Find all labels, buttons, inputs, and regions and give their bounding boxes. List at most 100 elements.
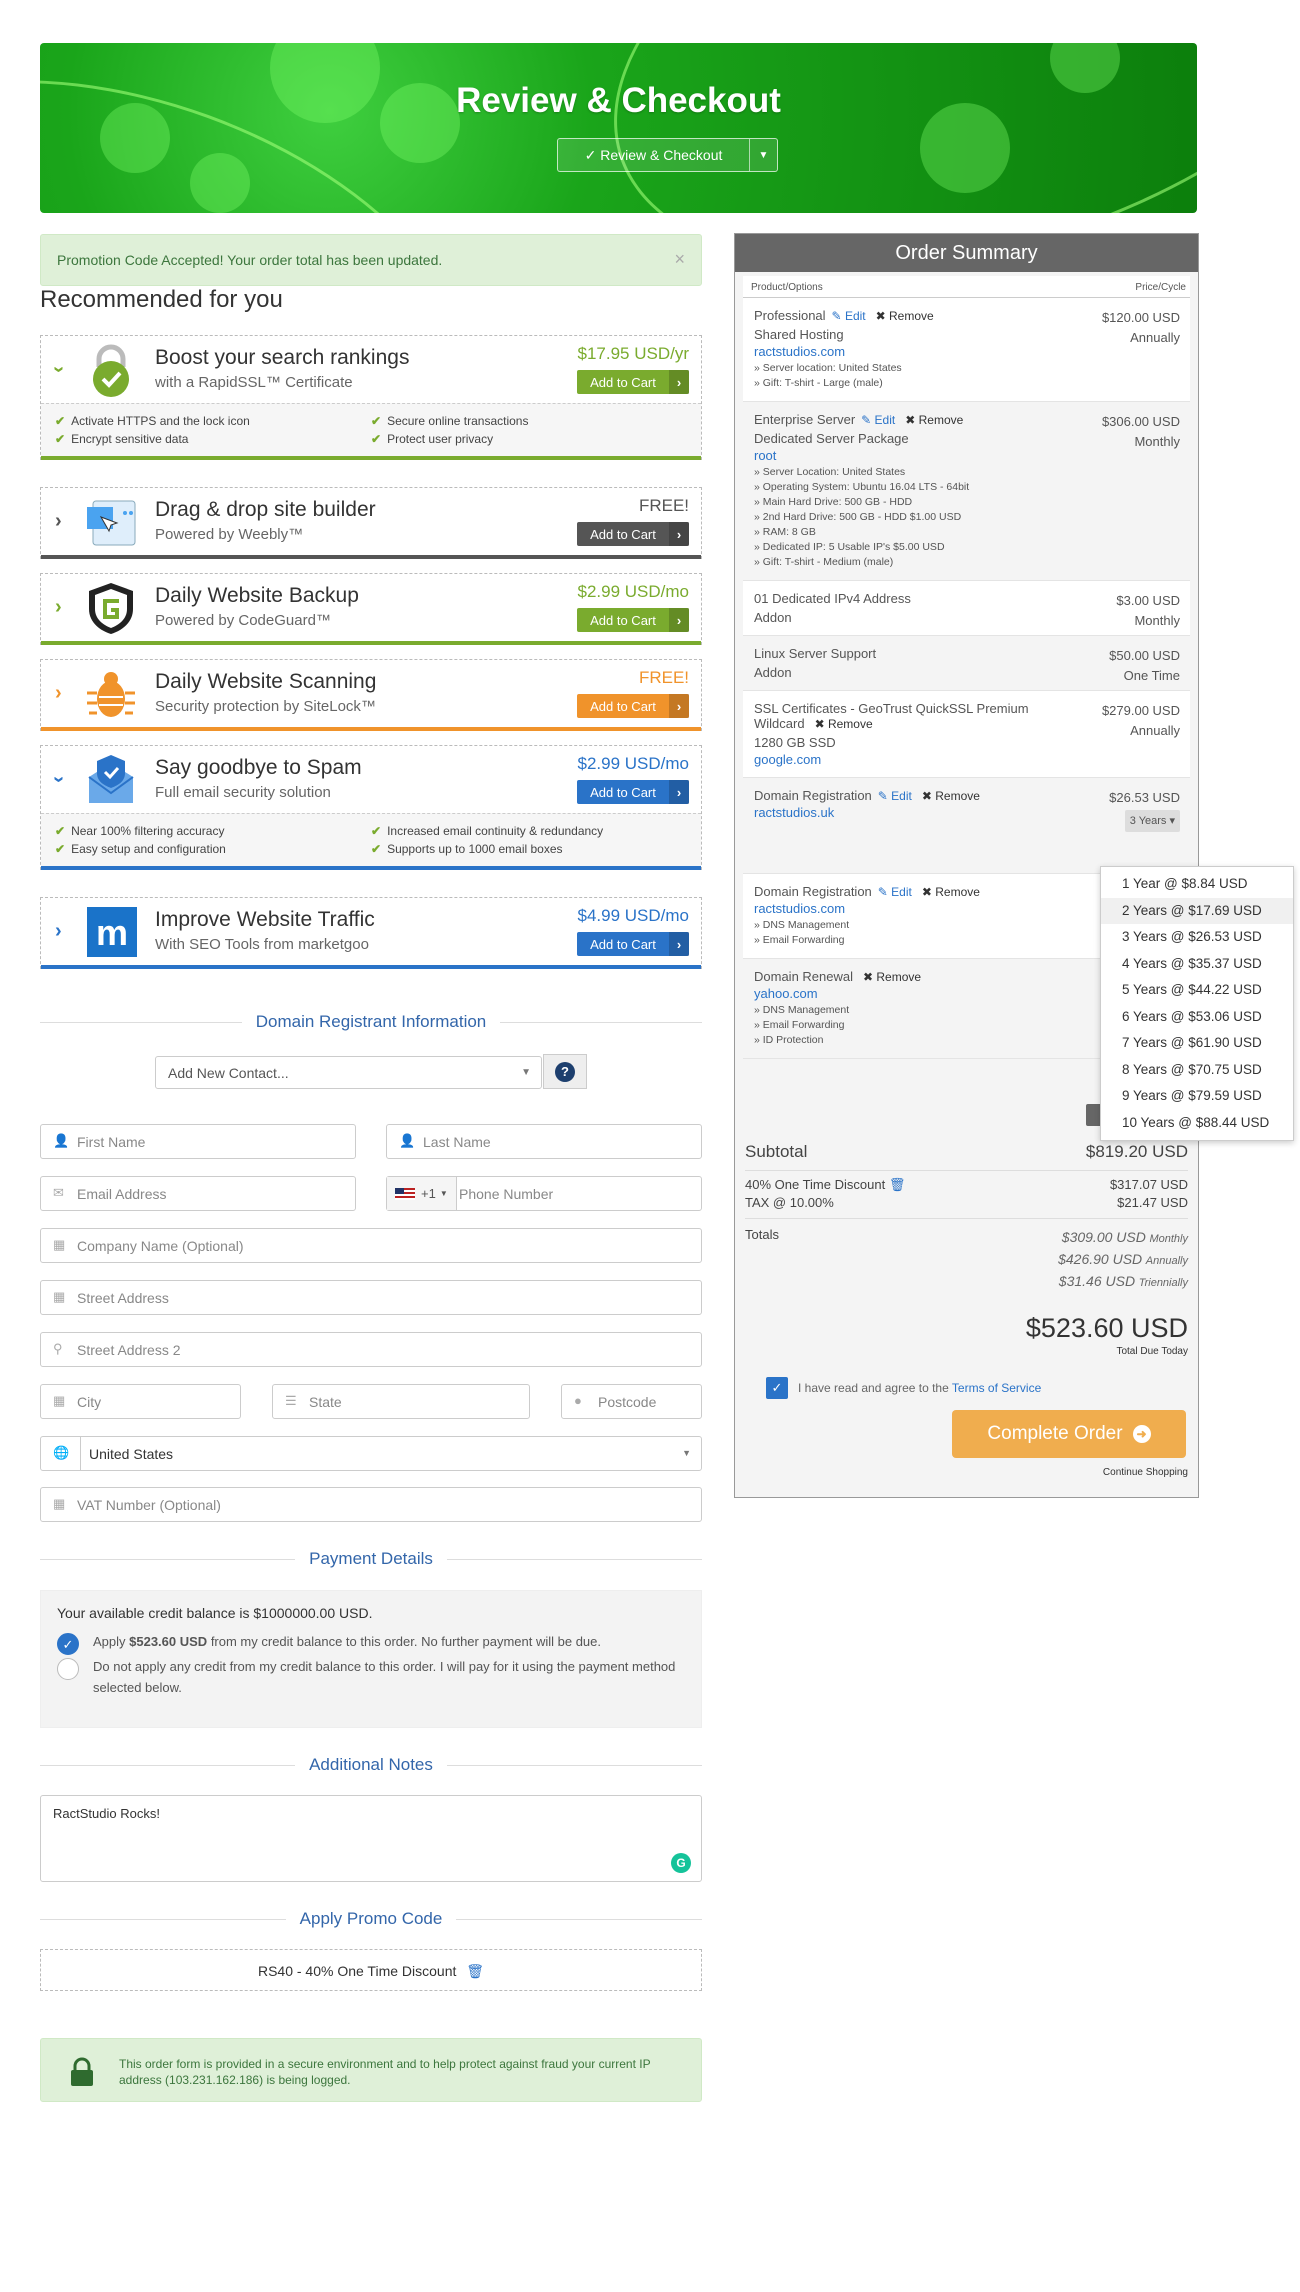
company-field[interactable]: ▦ Company Name (Optional) (40, 1228, 702, 1263)
dropdown-option[interactable]: 2 Years @ $17.69 USD (1101, 897, 1293, 924)
check-icon: ✔ (371, 842, 382, 856)
arrow-right-circle-icon: ➜ (1132, 1425, 1151, 1443)
add-to-cart-button[interactable]: Add to Cart › (577, 608, 689, 632)
caret-down-icon[interactable]: ▼ (749, 139, 777, 171)
remove-link[interactable]: ✖ Remove (863, 970, 921, 984)
promo-weebly: › Drag & drop site builder Powered by We… (40, 487, 702, 559)
state-field[interactable]: ☰ State (272, 1384, 530, 1419)
dropdown-option[interactable]: 3 Years @ $26.53 USD (1101, 924, 1293, 951)
check-icon: ✔ (371, 414, 382, 428)
payment-section-title: Payment Details (40, 1549, 702, 1569)
promo-price: $2.99 USD/mo (577, 754, 690, 773)
dropdown-option[interactable]: 10 Years @ $88.44 USD (1101, 1110, 1293, 1137)
apply-credit-option[interactable]: ✓ Apply $523.60 USD from my credit balanc… (57, 1631, 685, 1655)
city-field[interactable]: ▦ City (40, 1384, 241, 1419)
caret-down-icon: ▼ (521, 1067, 531, 1078)
country-code-select[interactable]: +1 ▼ (387, 1177, 457, 1210)
remove-link[interactable]: ✖ Remove (876, 309, 934, 323)
dropdown-option[interactable]: 1 Year @ $8.84 USD (1101, 871, 1293, 898)
check-icon: ✓ (57, 1633, 79, 1655)
complete-order-button[interactable]: Complete Order ➜ (952, 1410, 1186, 1458)
promo-title: Drag & drop site builder (155, 498, 376, 521)
promo-title: Daily Website Scanning (155, 670, 377, 693)
add-to-cart-button[interactable]: Add to Cart › (577, 932, 689, 956)
edit-link[interactable]: ✎ Edit (878, 885, 912, 899)
remove-link[interactable]: ✖ Remove (815, 717, 873, 731)
close-icon[interactable]: × (674, 249, 685, 270)
promo-sitelock: › Daily Website Scanning Security protec… (40, 659, 702, 731)
alert-text: Promotion Code Accepted! Your order tota… (57, 252, 443, 268)
notes-textarea[interactable]: RactStudio Rocks! G (40, 1795, 702, 1882)
country-select[interactable]: 🌐 United States ▼ (40, 1436, 702, 1471)
edit-link[interactable]: ✎ Edit (878, 789, 912, 803)
dropdown-option[interactable]: 4 Years @ $35.37 USD (1101, 951, 1293, 978)
signpost-icon: ☰ (285, 1393, 297, 1408)
summary-item: Domain Registration ✎ Edit ✖ Remove ractst… (743, 778, 1190, 874)
order-summary-title: Order Summary (735, 234, 1198, 272)
checkout-step-dropdown[interactable]: ✓ Review & Checkout ▼ (557, 138, 778, 172)
dropdown-option[interactable]: 8 Years @ $70.75 USD (1101, 1057, 1293, 1084)
promo-price: $17.95 USD/yr (577, 344, 690, 363)
years-dropdown-menu: 1 Year @ $8.84 USD 2 Years @ $17.69 USD … (1100, 866, 1294, 1141)
remove-link[interactable]: ✖ Remove (922, 789, 980, 803)
add-to-cart-button[interactable]: Add to Cart › (577, 780, 689, 804)
summary-item: Professional ✎ Edit ✖ Remove Shared Hostin… (743, 298, 1190, 402)
continue-shopping-link[interactable]: Continue Shopping (1103, 1467, 1188, 1478)
promo-features: ✔ Activate HTTPS and the lock icon ✔ Secur… (41, 403, 701, 456)
user-icon: 👤 (53, 1133, 70, 1148)
tos-link[interactable]: Terms of Service (952, 1381, 1041, 1395)
chevron-right-icon[interactable]: › (55, 510, 62, 533)
chevron-right-icon[interactable]: › (55, 596, 62, 619)
building-icon: ▦ (53, 1289, 66, 1304)
email-field[interactable]: ✉ Email Address (40, 1176, 356, 1211)
us-flag-icon (395, 1187, 415, 1200)
last-name-field[interactable]: 👤 Last Name (386, 1124, 702, 1159)
vat-field[interactable]: ▦ VAT Number (Optional) (40, 1487, 702, 1522)
chevron-down-icon[interactable]: › (47, 366, 70, 373)
radio-empty (57, 1658, 79, 1680)
svg-text:m: m (96, 912, 128, 953)
help-button[interactable]: ? (543, 1054, 587, 1089)
building-icon: ▦ (53, 1496, 66, 1511)
promo-features: ✔ Near 100% filtering accuracy ✔ Increased… (41, 813, 701, 866)
edit-link[interactable]: ✎ Edit (861, 413, 895, 427)
add-to-cart-button[interactable]: Add to Cart › (577, 370, 689, 394)
years-select[interactable]: 3 Years ▾ (1124, 810, 1180, 832)
building-icon: ▦ (53, 1237, 66, 1252)
registrant-section-title: Domain Registrant Information (40, 1012, 702, 1032)
site-builder-icon (87, 500, 136, 546)
dropdown-option[interactable]: 6 Years @ $53.06 USD (1101, 1004, 1293, 1031)
edit-link[interactable]: ✎ Edit (832, 309, 866, 323)
dropdown-option[interactable]: 5 Years @ $44.22 USD (1101, 977, 1293, 1004)
trash-icon[interactable]: 🗑 (889, 1177, 906, 1192)
remove-link[interactable]: ✖ Remove (905, 413, 963, 427)
summary-item: Linux Server Support Addon $50.00 USD One… (743, 636, 1190, 691)
contact-select[interactable]: Add New Contact... ▼ (155, 1056, 542, 1089)
summary-item: SSL Certificates - GeoTrust QuickSSL Pre… (743, 691, 1190, 778)
page: Review & Checkout ✓ Review & Checkout ▼ … (0, 0, 1300, 2292)
summary-item: Enterprise Server ✎ Edit ✖ Remove Dedicate… (743, 402, 1190, 581)
chevron-right-icon[interactable]: › (55, 920, 62, 943)
postcode-field[interactable]: ● Postcode (561, 1384, 702, 1419)
chevron-right-icon[interactable]: › (55, 682, 62, 705)
caret-down-icon: ▼ (682, 1448, 691, 1458)
grammarly-icon: G (671, 1853, 691, 1873)
first-name-field[interactable]: 👤 First Name (40, 1124, 356, 1159)
tos-checkbox[interactable]: ✓ (766, 1377, 788, 1399)
add-to-cart-button[interactable]: Add to Cart › (577, 522, 689, 546)
phone-field[interactable]: +1 ▼ Phone Number (386, 1176, 702, 1211)
notes-section-title: Additional Notes (40, 1755, 702, 1775)
street-address-2-field[interactable]: ⚲ Street Address 2 (40, 1332, 702, 1367)
street-address-field[interactable]: ▦ Street Address (40, 1280, 702, 1315)
promo-price: $2.99 USD/mo (577, 582, 690, 601)
remove-link[interactable]: ✖ Remove (922, 885, 980, 899)
chevron-down-icon[interactable]: › (47, 776, 70, 783)
marketgoo-logo-icon: m (87, 907, 137, 957)
dropdown-option[interactable]: 9 Years @ $79.59 USD (1101, 1083, 1293, 1110)
credit-balance-text: Your available credit balance is $100000… (57, 1605, 373, 1621)
check-icon: ✔ (55, 842, 66, 856)
trash-icon[interactable]: 🗑 (466, 1963, 484, 1979)
dropdown-option[interactable]: 7 Years @ $61.90 USD (1101, 1030, 1293, 1057)
add-to-cart-button[interactable]: Add to Cart › (577, 694, 689, 718)
no-credit-option[interactable]: Do not apply any credit from my credit b… (57, 1656, 685, 1698)
